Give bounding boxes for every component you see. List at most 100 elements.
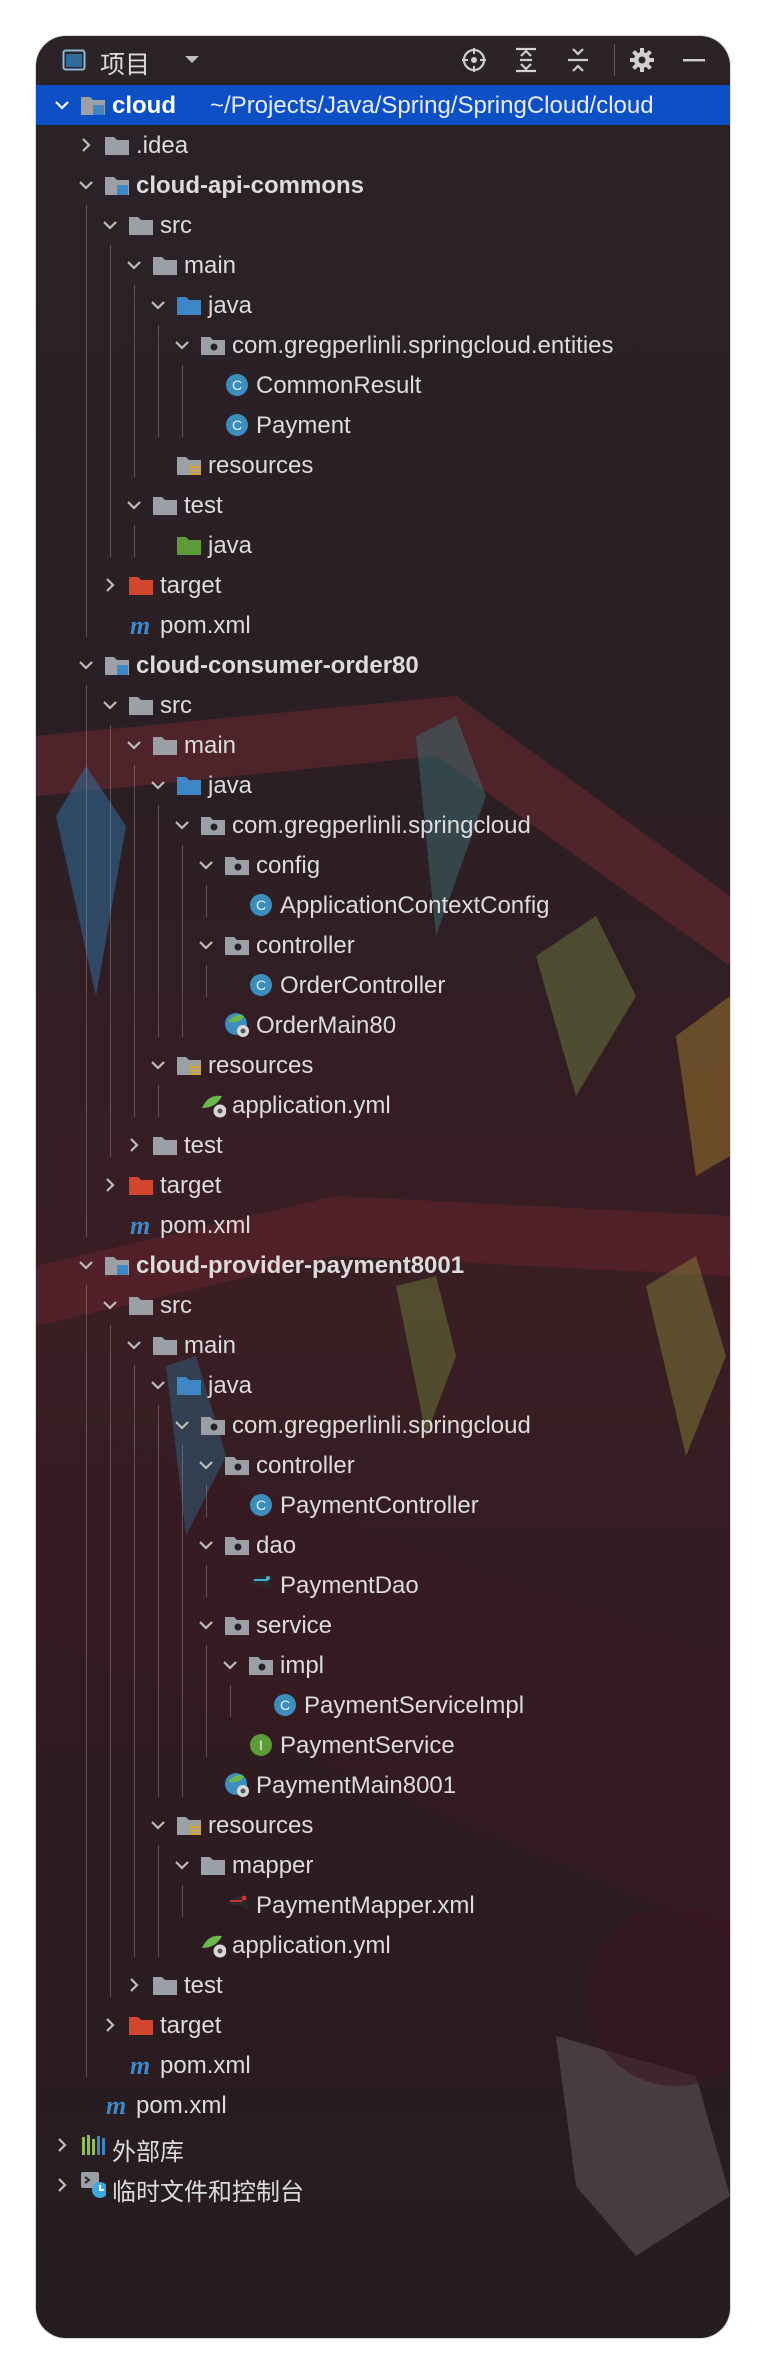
tree-row-paymentdao[interactable]: PaymentDao: [36, 1565, 730, 1605]
expand-all-icon[interactable]: [512, 46, 540, 74]
tree-row-java[interactable]: java: [36, 1365, 730, 1405]
tree-row-controller[interactable]: controller: [36, 925, 730, 965]
tree-row-临时文件和控制台[interactable]: 临时文件和控制台: [36, 2165, 730, 2206]
chevron-down-icon[interactable]: [126, 1337, 142, 1353]
chevron-down-icon[interactable]: [150, 297, 166, 313]
tree-row-controller[interactable]: controller: [36, 1445, 730, 1485]
chevron-down-icon[interactable]: [78, 1257, 94, 1273]
tree-row-payment[interactable]: C Payment: [36, 405, 730, 445]
tree-item-label: com.gregperlinli.springcloud: [232, 1412, 531, 1439]
chevron-right-icon[interactable]: [102, 2017, 118, 2033]
chevron-down-icon[interactable]: [126, 257, 142, 273]
mybatis-interface-icon: [248, 1572, 274, 1598]
tree-row-dao[interactable]: dao: [36, 1525, 730, 1565]
tree-row-pom-xml[interactable]: m pom.xml: [36, 605, 730, 645]
tree-row-impl[interactable]: impl: [36, 1645, 730, 1685]
tree-row-paymentcontroller[interactable]: C PaymentController: [36, 1485, 730, 1525]
tree-row-src[interactable]: src: [36, 685, 730, 725]
tree-row-java[interactable]: java: [36, 285, 730, 325]
settings-icon[interactable]: [628, 46, 656, 74]
tree-row--idea[interactable]: .idea: [36, 125, 730, 165]
tree-row-applicationcontextconfig[interactable]: C ApplicationContextConfig: [36, 885, 730, 925]
tree-row-test[interactable]: test: [36, 1125, 730, 1165]
chevron-down-icon[interactable]: [126, 497, 142, 513]
chevron-right-icon[interactable]: [126, 1977, 142, 1993]
tree-row-外部库[interactable]: 外部库: [36, 2125, 730, 2166]
tree-row-cloud-consumer-order80[interactable]: cloud-consumer-order80: [36, 645, 730, 685]
tree-row-java[interactable]: java: [36, 765, 730, 805]
tree-row-paymentmapper-xml[interactable]: PaymentMapper.xml: [36, 1885, 730, 1925]
tree-row-paymentservice[interactable]: I PaymentService: [36, 1725, 730, 1765]
chevron-down-icon[interactable]: [102, 1297, 118, 1313]
project-view-icon[interactable]: [60, 46, 88, 74]
tree-row-src[interactable]: src: [36, 205, 730, 245]
tree-row-target[interactable]: target: [36, 1165, 730, 1205]
tree-row-cloud[interactable]: cloud ~/Projects/Java/Spring/SpringCloud/…: [36, 85, 730, 125]
tree-row-test[interactable]: test: [36, 1965, 730, 2005]
dropdown-icon[interactable]: [178, 46, 206, 74]
chevron-down-icon[interactable]: [198, 1457, 214, 1473]
tree-row-ordercontroller[interactable]: C OrderController: [36, 965, 730, 1005]
project-view-title[interactable]: 项目: [100, 45, 150, 81]
tree-row-pom-xml[interactable]: m pom.xml: [36, 2045, 730, 2085]
chevron-down-icon[interactable]: [150, 1817, 166, 1833]
tree-row-pom-xml[interactable]: m pom.xml: [36, 2085, 730, 2125]
tree-row-cloud-api-commons[interactable]: cloud-api-commons: [36, 165, 730, 205]
chevron-down-icon[interactable]: [54, 97, 70, 113]
tree-row-pom-xml[interactable]: m pom.xml: [36, 1205, 730, 1245]
tree-row-com-gregperlinli-springcloud[interactable]: com.gregperlinli.springcloud: [36, 1405, 730, 1445]
tree-row-com-gregperlinli-springcloud-entities[interactable]: com.gregperlinli.springcloud.entities: [36, 325, 730, 365]
tree-row-service[interactable]: service: [36, 1605, 730, 1645]
chevron-right-icon[interactable]: [54, 2137, 70, 2153]
chevron-right-icon[interactable]: [78, 137, 94, 153]
tree-row-commonresult[interactable]: C CommonResult: [36, 365, 730, 405]
chevron-right-icon[interactable]: [54, 2177, 70, 2193]
chevron-down-icon[interactable]: [150, 1057, 166, 1073]
chevron-down-icon[interactable]: [150, 1377, 166, 1393]
chevron-down-icon[interactable]: [198, 1537, 214, 1553]
tree-row-src[interactable]: src: [36, 1285, 730, 1325]
chevron-down-icon[interactable]: [222, 1657, 238, 1673]
chevron-right-icon[interactable]: [102, 1177, 118, 1193]
chevron-down-icon[interactable]: [174, 1417, 190, 1433]
maven-icon: m: [104, 2092, 130, 2118]
chevron-down-icon[interactable]: [126, 737, 142, 753]
tree-row-test[interactable]: test: [36, 485, 730, 525]
tree-item-label: cloud-provider-payment8001: [136, 1252, 465, 1279]
tree-row-mapper[interactable]: mapper: [36, 1845, 730, 1885]
locate-icon[interactable]: [460, 46, 488, 74]
hide-icon[interactable]: [680, 46, 708, 74]
tree-row-target[interactable]: target: [36, 565, 730, 605]
tree-row-ordermain80[interactable]: OrderMain80: [36, 1005, 730, 1045]
tree-row-main[interactable]: main: [36, 245, 730, 285]
package-icon: [248, 1652, 274, 1678]
tree-row-resources[interactable]: resources: [36, 1805, 730, 1845]
tree-row-java[interactable]: java: [36, 525, 730, 565]
chevron-right-icon[interactable]: [126, 1137, 142, 1153]
chevron-down-icon[interactable]: [78, 177, 94, 193]
tree-row-paymentmain8001[interactable]: PaymentMain8001: [36, 1765, 730, 1805]
chevron-right-icon[interactable]: [102, 577, 118, 593]
tree-row-application-yml[interactable]: application.yml: [36, 1925, 730, 1965]
chevron-down-icon[interactable]: [198, 937, 214, 953]
tree-row-config[interactable]: config: [36, 845, 730, 885]
collapse-all-icon[interactable]: [564, 46, 592, 74]
tree-row-paymentserviceimpl[interactable]: C PaymentServiceImpl: [36, 1685, 730, 1725]
chevron-down-icon[interactable]: [102, 697, 118, 713]
chevron-down-icon[interactable]: [198, 1617, 214, 1633]
tree-row-target[interactable]: target: [36, 2005, 730, 2045]
tree-row-resources[interactable]: resources: [36, 445, 730, 485]
chevron-down-icon[interactable]: [150, 777, 166, 793]
tree-row-resources[interactable]: resources: [36, 1045, 730, 1085]
chevron-down-icon[interactable]: [174, 337, 190, 353]
chevron-down-icon[interactable]: [78, 657, 94, 673]
chevron-down-icon[interactable]: [174, 1857, 190, 1873]
chevron-down-icon[interactable]: [102, 217, 118, 233]
tree-row-application-yml[interactable]: application.yml: [36, 1085, 730, 1125]
tree-row-com-gregperlinli-springcloud[interactable]: com.gregperlinli.springcloud: [36, 805, 730, 845]
tree-row-main[interactable]: main: [36, 1325, 730, 1365]
chevron-down-icon[interactable]: [174, 817, 190, 833]
tree-row-cloud-provider-payment8001[interactable]: cloud-provider-payment8001: [36, 1245, 730, 1285]
chevron-down-icon[interactable]: [198, 857, 214, 873]
tree-row-main[interactable]: main: [36, 725, 730, 765]
